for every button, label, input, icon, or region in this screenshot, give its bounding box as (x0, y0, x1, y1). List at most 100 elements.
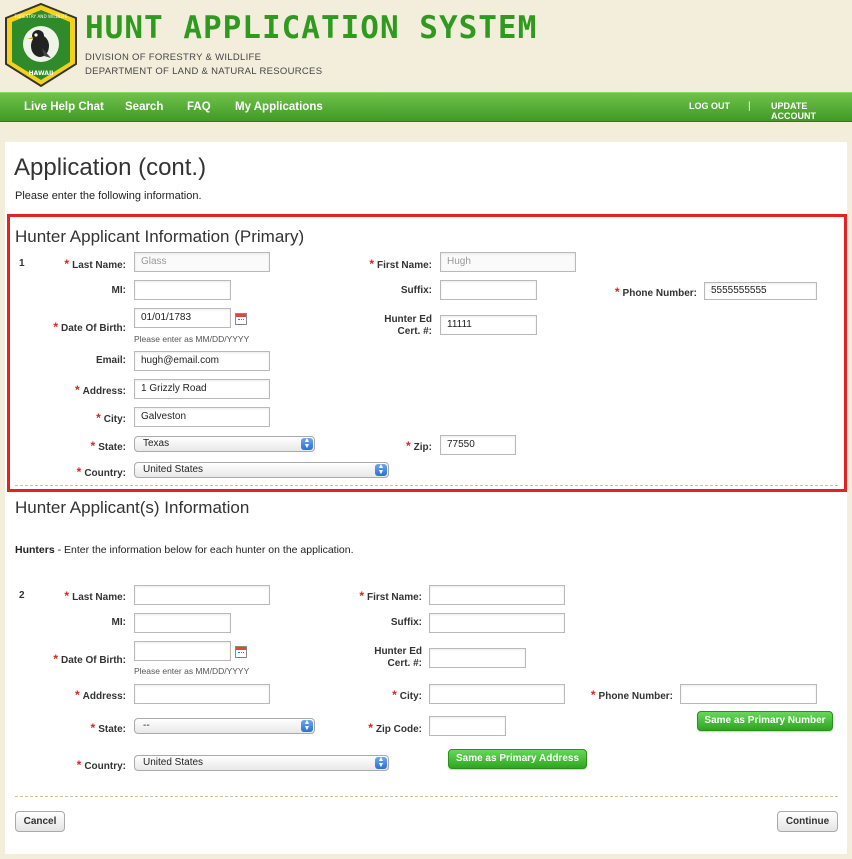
zip-code-label: * Zip Code: (368, 721, 422, 735)
hunter2-last-name-input[interactable] (134, 585, 270, 605)
hunter2-country-select[interactable]: United States ▲ ▼ (134, 755, 389, 771)
chevron-up-down-icon: ▲ ▼ (301, 719, 313, 732)
primary-last-name-input[interactable]: Glass (134, 252, 270, 272)
hunter2-zip-input[interactable] (429, 716, 506, 736)
nav-separator: | (748, 101, 751, 112)
primary-city-input[interactable]: Galveston (134, 407, 270, 427)
primary-zip-input[interactable]: 77550 (440, 435, 516, 455)
division-name: DIVISION OF FORESTRY & WILDLIFE (85, 52, 262, 63)
hunter2-mi-input[interactable] (134, 613, 231, 633)
last-name-label: * Last Name: (64, 257, 126, 271)
required-marker: * (406, 439, 411, 453)
primary-hunter-ed-input[interactable]: 11111 (440, 315, 537, 335)
primary-heading: Hunter Applicant Information (Primary) (15, 227, 305, 246)
dob-label: * Date Of Birth: (53, 320, 126, 334)
required-marker: * (76, 465, 82, 479)
dob-hint: Please enter as MM/DD/YYYY (134, 666, 250, 676)
dob-hint: Please enter as MM/DD/YYYY (134, 334, 250, 344)
nav-log-out[interactable]: LOG OUT (689, 101, 730, 111)
hunter2-address-input[interactable] (134, 684, 270, 704)
hunter2-first-name-input[interactable] (429, 585, 565, 605)
required-marker: * (359, 589, 364, 603)
mi-label: MI: (111, 617, 126, 628)
secondary-heading: Hunter Applicant(s) Information (15, 498, 250, 517)
primary-email-input[interactable]: hugh@email.com (134, 351, 270, 371)
chevron-up-down-icon: ▲ ▼ (375, 463, 387, 476)
hunter2-state-select[interactable]: -- ▲ ▼ (134, 718, 315, 734)
same-as-primary-number-button[interactable]: Same as Primary Number (697, 711, 833, 731)
required-marker: * (64, 589, 70, 603)
continue-button[interactable]: Continue (777, 811, 838, 832)
dob-label: * Date Of Birth: (53, 652, 126, 666)
required-marker: * (90, 439, 96, 453)
required-marker: * (368, 721, 373, 735)
same-as-primary-address-button[interactable]: Same as Primary Address (448, 749, 587, 769)
chevron-up-down-icon: ▲ ▼ (375, 756, 387, 769)
city-label: * City: (96, 411, 126, 425)
applicant-number-1: 1 (19, 258, 25, 269)
city-label: * City: (392, 688, 422, 702)
svg-text:HAWAII: HAWAII (29, 70, 54, 77)
required-marker: * (53, 652, 58, 666)
required-marker: * (90, 721, 96, 735)
page-title: Application (cont.) (14, 154, 207, 181)
primary-country-select[interactable]: United States ▲ ▼ (134, 462, 389, 478)
required-marker: * (369, 257, 374, 271)
state-label: * State: (90, 439, 126, 453)
nav-faq[interactable]: FAQ (187, 101, 211, 113)
address-label: * Address: (74, 688, 126, 702)
state-label: * State: (90, 721, 126, 735)
hunter2-suffix-input[interactable] (429, 613, 565, 633)
hunter-ed-label: Hunter Ed Cert. #: (374, 646, 422, 669)
address-label: * Address: (74, 383, 126, 397)
page-intro: Please enter the following information. (15, 190, 202, 202)
phone-label: * Phone Number: (614, 285, 697, 299)
primary-dob-input[interactable]: 01/01/1783 (134, 308, 231, 328)
primary-suffix-input[interactable] (440, 280, 537, 300)
hunter2-dob-input[interactable] (134, 641, 231, 661)
footer-divider (15, 796, 838, 797)
required-marker: * (74, 688, 80, 702)
required-marker: * (76, 758, 82, 772)
hunters-instructions: Hunters - Enter the information below fo… (15, 544, 354, 556)
calendar-icon[interactable] (235, 313, 247, 325)
applicant-number-2: 2 (19, 590, 25, 601)
phone-label: * Phone Number: (590, 688, 673, 702)
primary-first-name-input[interactable]: Hugh (440, 252, 576, 272)
app-title: HUNT APPLICATION SYSTEM (85, 10, 538, 46)
hunter2-hunter-ed-input[interactable] (429, 648, 526, 668)
hunter2-city-input[interactable] (429, 684, 565, 704)
required-marker: * (64, 257, 70, 271)
last-name-label: * Last Name: (64, 589, 126, 603)
forestry-wildlife-seal-logo[interactable]: HAWAII FORESTRY AND WILDLIFE (2, 2, 80, 88)
country-label: * Country: (76, 758, 126, 772)
primary-phone-input[interactable]: 5555555555 (704, 282, 817, 300)
required-marker: * (53, 320, 58, 334)
calendar-icon[interactable] (235, 646, 247, 658)
section-divider (15, 485, 838, 486)
email-label: Email: (95, 355, 126, 366)
primary-mi-input[interactable] (134, 280, 231, 300)
required-marker: * (392, 688, 397, 702)
department-name: DEPARTMENT OF LAND & NATURAL RESOURCES (85, 66, 323, 77)
required-marker: * (590, 688, 596, 702)
required-marker: * (614, 285, 620, 299)
country-label: * Country: (76, 465, 126, 479)
nav-live-help-chat[interactable]: Live Help Chat (24, 101, 104, 113)
suffix-label: Suffix: (400, 285, 432, 296)
nav-my-applications[interactable]: My Applications (235, 101, 323, 113)
zip-label: * Zip: (406, 439, 432, 453)
required-marker: * (96, 411, 101, 425)
hunter-ed-label: Hunter Ed Cert. #: (384, 314, 432, 337)
hunter2-phone-input[interactable] (680, 684, 817, 704)
nav-update-account[interactable]: UPDATE ACCOUNT (771, 101, 852, 121)
nav-search[interactable]: Search (125, 101, 163, 113)
cancel-button[interactable]: Cancel (15, 811, 65, 832)
primary-state-select[interactable]: Texas ▲ ▼ (134, 436, 315, 452)
svg-text:FORESTRY AND WILDLIFE: FORESTRY AND WILDLIFE (14, 14, 67, 19)
suffix-label: Suffix: (390, 617, 422, 628)
first-name-label: * First Name: (369, 257, 432, 271)
site-header: HAWAII FORESTRY AND WILDLIFE HUNT APPLIC… (0, 0, 852, 92)
primary-address-input[interactable]: 1 Grizzly Road (134, 379, 270, 399)
main-nav: Live Help Chat Search FAQ My Application… (0, 92, 852, 122)
